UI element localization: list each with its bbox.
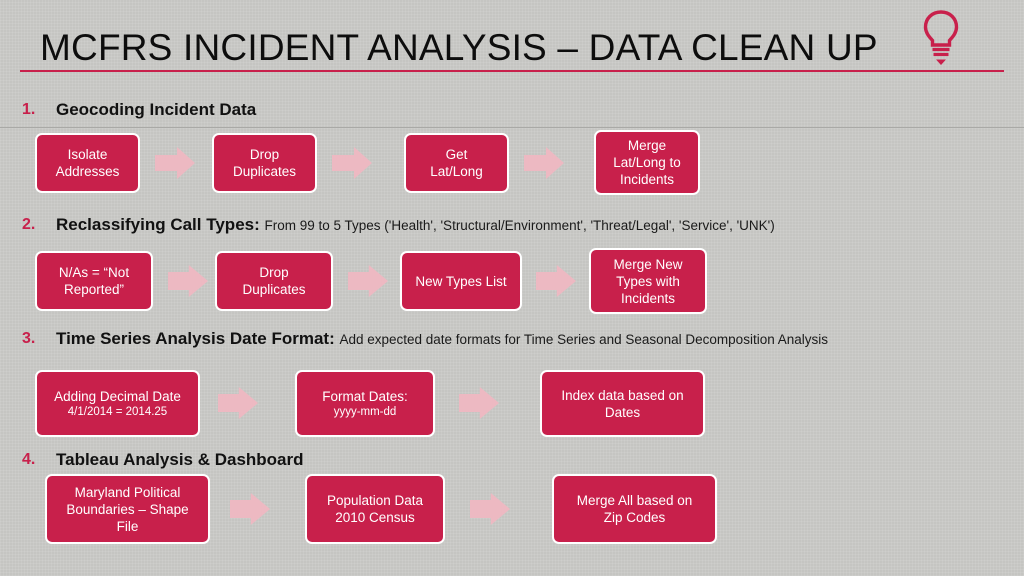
- step-box-2-3[interactable]: New Types List: [400, 251, 522, 311]
- step-line-2: yyyy-mm-dd: [333, 405, 397, 418]
- step-box-4-1[interactable]: Maryland Political Boundaries – Shape Fi…: [45, 474, 210, 544]
- step-box-2-2[interactable]: Drop Duplicates: [215, 251, 333, 311]
- step-box-4-3[interactable]: Merge All based on Zip Codes: [552, 474, 717, 544]
- flow-arrow-4-1: [230, 493, 270, 525]
- step-line-2: Reported”: [63, 282, 125, 297]
- section-2-number: 2.: [22, 216, 36, 233]
- step-line-1: Merge: [627, 138, 667, 153]
- step-line-2: Zip Codes: [603, 510, 666, 525]
- flow-arrow-3-1: [218, 387, 258, 419]
- step-line-1: Isolate: [67, 147, 108, 162]
- slide-canvas: MCFRS INCIDENT ANALYSIS – DATA CLEAN UP …: [0, 0, 1024, 576]
- section-3-heading: Time Series Analysis Date Format: Add ex…: [56, 329, 828, 349]
- step-line-1: Maryland Political: [74, 484, 181, 500]
- section-4-number: 4.: [22, 451, 36, 468]
- flow-arrow-2-1: [168, 265, 208, 297]
- section-3-number: 3.: [22, 330, 36, 347]
- step-line-2: Lat/Long: [430, 164, 483, 179]
- flow-arrow-4-2: [470, 493, 510, 525]
- step-line-3: Incidents: [619, 172, 675, 187]
- step-line-2: Boundaries – Shape: [66, 501, 189, 517]
- section-2-subtext: From 99 to 5 Types ('Health', 'Structura…: [264, 218, 775, 233]
- section-1-number: 1.: [22, 101, 36, 118]
- step-box-3-1[interactable]: Adding Decimal Date 4/1/2014 = 2014.25: [35, 370, 200, 437]
- section-1-heading-text: Geocoding Incident Data: [56, 100, 257, 119]
- flow-arrow-1-2: [332, 147, 372, 179]
- title-underline-rule: [20, 70, 1004, 72]
- flow-arrow-1-1: [155, 147, 195, 179]
- step-line-1: New Types List: [415, 273, 507, 289]
- section-3-subtext: Add expected date formats for Time Serie…: [339, 332, 828, 347]
- step-line-1: Index data based on: [561, 387, 684, 403]
- section-1-heading: Geocoding Incident Data: [56, 100, 256, 120]
- step-box-1-3[interactable]: Get Lat/Long: [404, 133, 509, 193]
- flow-arrow-1-3: [524, 147, 564, 179]
- step-line-1: Drop: [259, 265, 289, 280]
- flow-arrow-2-2: [348, 265, 388, 297]
- step-line-2: Addresses: [55, 164, 120, 179]
- step-box-2-1[interactable]: N/As = “Not Reported”: [35, 251, 153, 311]
- page-title: MCFRS INCIDENT ANALYSIS – DATA CLEAN UP: [40, 27, 878, 68]
- step-box-3-2[interactable]: Format Dates: yyyy-mm-dd: [295, 370, 435, 437]
- step-box-1-2[interactable]: Drop Duplicates: [212, 133, 317, 193]
- step-line-2: Duplicates: [232, 164, 297, 179]
- step-box-2-4[interactable]: Merge New Types with Incidents: [589, 248, 707, 314]
- step-line-1: Format Dates:: [322, 388, 408, 404]
- step-line-3: Incidents: [620, 290, 676, 306]
- section-3-heading-text: Time Series Analysis Date Format:: [56, 329, 335, 348]
- step-line-2: 4/1/2014 = 2014.25: [67, 405, 168, 418]
- step-line-1: Merge New: [613, 256, 683, 272]
- step-box-4-2[interactable]: Population Data 2010 Census: [305, 474, 445, 544]
- step-line-1: Get: [445, 147, 468, 162]
- step-line-2: Dates: [604, 404, 641, 420]
- step-line-2: Duplicates: [242, 282, 306, 297]
- section-1-divider: [0, 127, 1024, 128]
- step-line-1: Population Data: [326, 493, 424, 508]
- section-4-heading: Tableau Analysis & Dashboard: [56, 450, 304, 470]
- step-line-1: Drop: [249, 147, 280, 162]
- step-line-2: 2010 Census: [335, 510, 415, 525]
- step-box-1-1[interactable]: Isolate Addresses: [35, 133, 140, 193]
- lightbulb-icon: [917, 8, 965, 66]
- section-4-heading-text: Tableau Analysis & Dashboard: [56, 450, 304, 469]
- step-box-3-3[interactable]: Index data based on Dates: [540, 370, 705, 437]
- step-line-1: Merge All based on: [576, 493, 693, 508]
- section-2-heading-text: Reclassifying Call Types:: [56, 215, 260, 234]
- section-2-heading: Reclassifying Call Types: From 99 to 5 T…: [56, 215, 775, 235]
- step-box-1-4[interactable]: Merge Lat/Long to Incidents: [594, 130, 700, 195]
- flow-arrow-2-3: [536, 265, 576, 297]
- step-line-2: Lat/Long to: [613, 155, 681, 170]
- step-line-1: N/As = “Not: [58, 265, 130, 280]
- flow-arrow-3-2: [459, 387, 499, 419]
- step-line-1: Adding Decimal Date: [54, 388, 181, 404]
- step-line-3: File: [116, 518, 139, 534]
- step-line-2: Types with: [616, 273, 680, 289]
